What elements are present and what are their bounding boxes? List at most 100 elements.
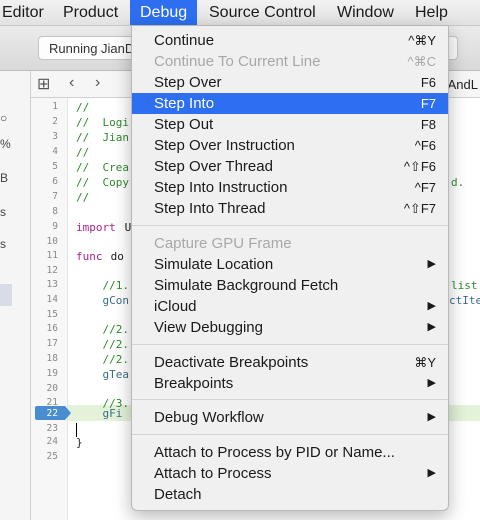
code-line: //2. [76, 323, 129, 336]
shortcut-label: F6 [420, 75, 436, 90]
menu-item-label: Step Into Thread [154, 200, 266, 217]
menu-window[interactable]: Window [327, 0, 404, 25]
menu-item-step-over-thread[interactable]: Step Over Thread ^⇧F6 [132, 156, 448, 177]
menu-item-attach-to-process-by-pid-or-name[interactable]: Attach to Process by PID or Name... [132, 442, 448, 463]
menu-debug[interactable]: Debug [130, 0, 198, 25]
line-number[interactable]: 15 [31, 309, 58, 320]
line-number[interactable]: 19 [31, 368, 58, 379]
nav-glyph: s [0, 237, 6, 251]
navigator-panel: ○ % B s s [0, 71, 31, 520]
code-line: // [76, 191, 90, 204]
nav-glyph: s [0, 205, 6, 219]
menu-item-label: Breakpoints [154, 375, 234, 392]
menu-item-label: Simulate Location [154, 256, 274, 273]
text-caret [76, 423, 77, 437]
code-line: // [76, 146, 90, 159]
nav-glyph: B [0, 171, 9, 185]
menu-item-label: iCloud [154, 298, 197, 315]
line-number[interactable]: 5 [31, 161, 58, 172]
menu-item-capture-gpu-frame: Capture GPU Frame [132, 233, 448, 254]
menu-item-continue-to-current-line: Continue To Current Line ^⌘C [132, 51, 448, 72]
menu-item-attach-to-process[interactable]: Attach to Process ▶ [132, 463, 448, 484]
nav-breakpoint-marker[interactable]: ○ [0, 111, 10, 125]
menu-separator [132, 399, 448, 400]
line-number[interactable]: 17 [31, 338, 58, 349]
line-number[interactable]: 9 [31, 221, 58, 232]
menu-item-deactivate-breakpoints[interactable]: Deactivate Breakpoints ⌘Y [132, 352, 448, 373]
line-number[interactable]: 14 [31, 294, 58, 305]
line-number[interactable]: 6 [31, 176, 58, 187]
nav-selected-row[interactable] [0, 284, 12, 306]
menu-item-label: Step Over Thread [154, 158, 273, 175]
menu-item-label: Step Over Instruction [154, 137, 295, 154]
code-line: gFi [76, 407, 123, 420]
menu-separator [132, 434, 448, 435]
menu-source-control[interactable]: Source Control [199, 0, 326, 25]
menu-item-breakpoints[interactable]: Breakpoints ▶ [132, 373, 448, 394]
code-line: //2. [76, 338, 129, 351]
menu-editor[interactable]: Editor [0, 0, 54, 25]
line-number[interactable]: 18 [31, 353, 58, 364]
code-line: U [118, 221, 132, 234]
submenu-arrow-icon: ▶ [427, 411, 436, 423]
menu-item-label: Detach [154, 486, 202, 503]
menu-item-label: Simulate Background Fetch [154, 277, 339, 294]
shortcut-label: F7 [420, 96, 436, 111]
code-line: gCon [76, 294, 129, 307]
line-number[interactable]: 7 [31, 191, 58, 202]
shortcut-label: ^⇧F7 [403, 201, 436, 216]
line-number[interactable]: 4 [31, 146, 58, 157]
menu-item-label: Attach to Process [154, 465, 272, 482]
line-number[interactable]: 10 [31, 236, 58, 247]
code-keyword: import [76, 221, 116, 234]
line-number[interactable]: 23 [31, 423, 58, 434]
menu-product[interactable]: Product [53, 0, 128, 25]
line-number[interactable]: 11 [31, 250, 58, 261]
menu-item-step-over[interactable]: Step Over F6 [132, 72, 448, 93]
code-line: //1. [76, 279, 129, 292]
debug-menu: Continue ^⌘Y Continue To Current Line ^⌘C St… [131, 25, 449, 511]
line-number[interactable]: 13 [31, 279, 58, 290]
code-line: // Copy [76, 176, 129, 189]
menu-item-simulate-location[interactable]: Simulate Location ▶ [132, 254, 448, 275]
shortcut-label: ^F6 [414, 138, 436, 153]
menu-separator [132, 225, 448, 226]
menu-item-step-out[interactable]: Step Out F8 [132, 114, 448, 135]
menu-item-step-over-instruction[interactable]: Step Over Instruction ^F6 [132, 135, 448, 156]
menu-help[interactable]: Help [405, 0, 458, 25]
menu-item-continue[interactable]: Continue ^⌘Y [132, 30, 448, 51]
line-number[interactable]: 20 [31, 383, 58, 394]
shortcut-label: ^⇧F6 [403, 159, 436, 174]
line-number[interactable]: 12 [31, 265, 58, 276]
code-line-tail: d. [451, 176, 465, 189]
menu-item-simulate-background-fetch[interactable]: Simulate Background Fetch [132, 275, 448, 296]
menu-item-view-debugging[interactable]: View Debugging ▶ [132, 317, 448, 338]
menu-item-label: Deactivate Breakpoints [154, 354, 309, 371]
line-number[interactable]: 21 [31, 397, 58, 408]
menu-item-debug-workflow[interactable]: Debug Workflow ▶ [132, 407, 448, 428]
line-number[interactable]: 16 [31, 323, 58, 334]
line-number[interactable]: 8 [31, 206, 58, 217]
line-number[interactable]: 3 [31, 131, 58, 142]
menu-item-label: View Debugging [154, 319, 263, 336]
menu-item-label: Attach to Process by PID or Name... [154, 444, 395, 461]
submenu-arrow-icon: ▶ [427, 377, 436, 389]
menu-item-label: Step Into Instruction [154, 179, 288, 196]
line-number[interactable]: 25 [31, 451, 58, 462]
menu-item-label: Step Into [154, 95, 215, 112]
menu-item-detach[interactable]: Detach [132, 484, 448, 505]
line-number[interactable]: 22 [31, 408, 58, 419]
menu-item-step-into[interactable]: Step Into F7 [132, 93, 448, 114]
grid-icon[interactable]: ⊞ [37, 74, 50, 94]
back-arrow-icon[interactable]: ‹ [69, 74, 74, 92]
menu-item-label: Continue [154, 32, 215, 49]
code-line-tail: ctIte [449, 294, 480, 307]
line-number[interactable]: 1 [31, 101, 58, 112]
line-number[interactable]: 24 [31, 436, 58, 447]
forward-arrow-icon[interactable]: › [95, 74, 100, 92]
menu-item-step-into-instruction[interactable]: Step Into Instruction ^F7 [132, 177, 448, 198]
menu-item-icloud[interactable]: iCloud ▶ [132, 296, 448, 317]
menu-item-step-into-thread[interactable]: Step Into Thread ^⇧F7 [132, 198, 448, 219]
code-line: // Crea [76, 161, 129, 174]
line-number[interactable]: 2 [31, 116, 58, 127]
